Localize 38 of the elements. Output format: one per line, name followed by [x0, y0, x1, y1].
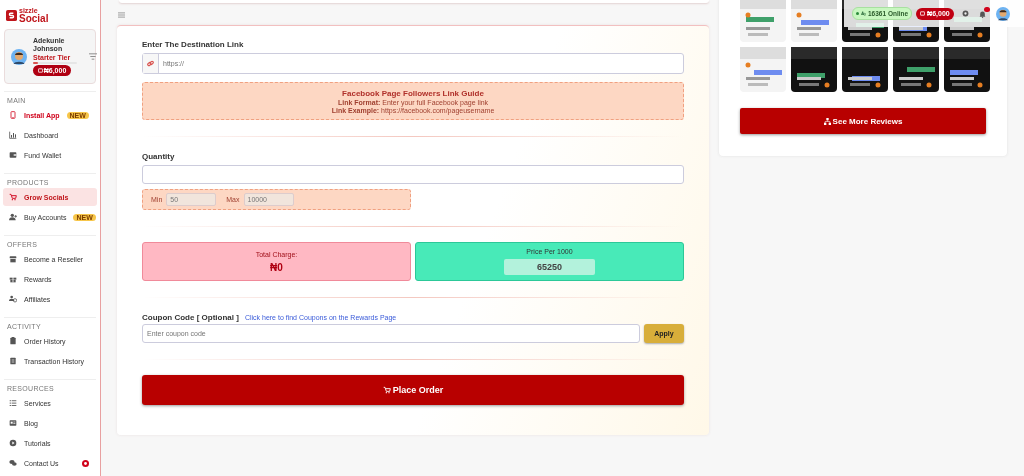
avatar: [11, 48, 27, 65]
newspaper-icon: [9, 419, 17, 427]
phone-icon: [9, 111, 17, 119]
bell-icon[interactable]: [978, 9, 986, 18]
guide-title: Facebook Page Followers Link Guide: [342, 88, 484, 98]
quantity-field[interactable]: [142, 165, 684, 184]
filter-icon: [89, 53, 97, 60]
list-icon: [9, 399, 17, 407]
price-value: 65250: [504, 259, 595, 275]
place-order-button[interactable]: Place Order: [142, 375, 684, 405]
field-label: Enter The Destination Link: [142, 40, 245, 49]
avatar[interactable]: [995, 6, 1010, 21]
store-icon: [9, 255, 17, 263]
link-icon: [147, 60, 154, 67]
cart-icon: [9, 193, 17, 201]
play-icon: [9, 439, 17, 447]
wallet-icon: [9, 151, 17, 159]
cart-icon: [382, 386, 391, 394]
network-icon: [823, 117, 831, 125]
see-more-reviews-button[interactable]: See More Reviews: [740, 108, 986, 134]
chat-icon: [9, 459, 17, 467]
wallet-icon: [37, 67, 43, 73]
document-icon: [9, 337, 17, 345]
status-dot-icon: [856, 12, 859, 15]
receipt-icon: [9, 357, 17, 365]
wallet-icon: [920, 11, 926, 16]
users-icon: [861, 11, 866, 16]
field-label: Quantity: [142, 152, 176, 161]
chart-icon: [9, 131, 17, 139]
gift-icon: [9, 275, 17, 283]
user-icon: [9, 213, 17, 221]
logo-text: Social: [19, 13, 49, 24]
logo-icon: [6, 9, 17, 21]
total-value: ₦0: [270, 261, 283, 273]
users-icon: [9, 295, 17, 303]
field-label: Coupon Code [ Optional ]: [142, 313, 239, 322]
settings-icon[interactable]: [961, 10, 969, 17]
notification-badge-icon: [983, 6, 990, 12]
